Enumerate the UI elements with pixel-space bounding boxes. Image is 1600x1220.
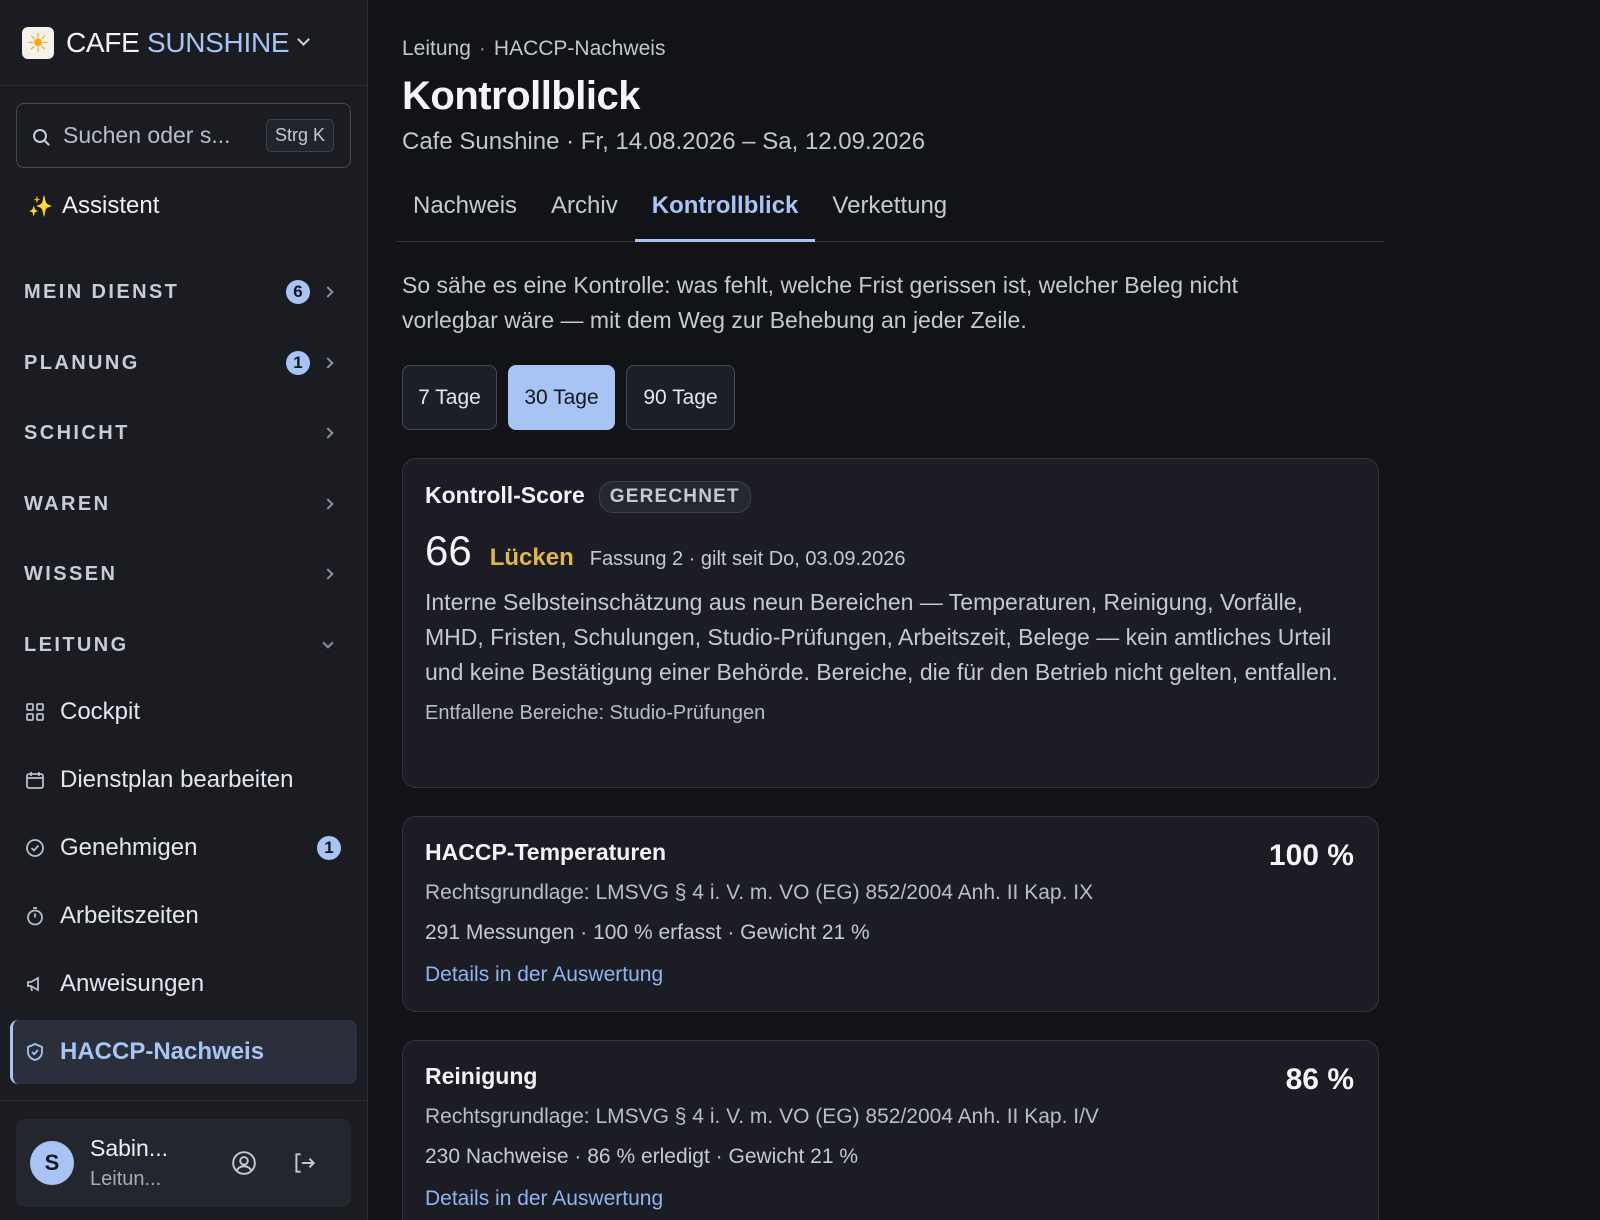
profile-icon[interactable]	[228, 1147, 260, 1179]
sidebar-item-cockpit[interactable]: Cockpit	[10, 680, 357, 744]
tab-nachweis[interactable]: Nachweis	[396, 182, 534, 242]
score-status: Lücken	[489, 544, 574, 571]
shield-icon	[24, 1041, 46, 1063]
avatar: S	[30, 1141, 74, 1185]
area-card-reinigung: Reinigung 86 % Rechtsgrundlage: LMSVG § …	[402, 1040, 1379, 1220]
section-label: LEITUNG	[24, 633, 129, 656]
range-30-days-button[interactable]: 30 Tage	[508, 365, 615, 430]
area-stats: 230 Nachweise · 86 % erledigt · Gewicht …	[425, 1145, 859, 1168]
details-link[interactable]: Details in der Auswertung	[425, 963, 663, 987]
score-card-title-text: Kontroll-Score	[425, 482, 585, 509]
count-badge: 1	[286, 351, 310, 375]
area-legal-basis: Rechtsgrundlage: LMSVG § 4 i. V. m. VO (…	[425, 1105, 1099, 1128]
score-card-title: Kontroll-Score GERECHNET	[425, 481, 1356, 513]
sidebar-item-genehmigen[interactable]: Genehmigen 1	[10, 816, 357, 880]
search-icon	[33, 128, 47, 143]
area-legal-basis: Rechtsgrundlage: LMSVG § 4 i. V. m. VO (…	[425, 881, 1094, 904]
logout-icon[interactable]	[288, 1147, 320, 1179]
page-subtitle: Cafe Sunshine · Fr, 14.08.2026 – Sa, 12.…	[402, 128, 926, 155]
section-label: PLANUNG	[24, 351, 140, 374]
sparkle-icon: ✨	[28, 195, 53, 218]
chevron-right-icon	[322, 357, 334, 369]
megaphone-icon	[24, 973, 46, 995]
sidebar-item-label: Anweisungen	[60, 970, 205, 997]
chevron-right-icon	[322, 498, 334, 510]
breadcrumb: Leitung · HACCP-Nachweis	[402, 37, 665, 61]
brand-name: CAFE SUNSHINE	[66, 26, 290, 58]
section-planung[interactable]: PLANUNG 1	[24, 343, 344, 383]
score-description: Interne Selbsteinschätzung aus neun Bere…	[425, 589, 1338, 685]
breadcrumb-current: HACCP-Nachweis	[493, 37, 666, 60]
calendar-icon	[24, 769, 46, 791]
sidebar: ☀ CAFE SUNSHINE Suchen oder s... Strg K …	[0, 0, 368, 1220]
area-percent: 100 %	[1268, 839, 1354, 872]
chevron-right-icon	[322, 286, 334, 298]
user-card: S Sabin... Leitun...	[16, 1119, 351, 1207]
score-value: 66	[425, 527, 472, 574]
chevron-right-icon	[322, 427, 334, 439]
shortcut-hint: Strg K	[265, 119, 334, 152]
section-mein-dienst[interactable]: MEIN DIENST 6	[24, 272, 344, 312]
stopwatch-icon	[24, 905, 46, 927]
score-version: Fassung 2 · gilt seit Do, 03.09.2026	[589, 548, 906, 570]
excluded-areas: Entfallene Bereiche: Studio-Prüfungen	[425, 702, 766, 724]
tab-kontrollblick[interactable]: Kontrollblick	[634, 182, 816, 242]
breadcrumb-separator: ·	[478, 37, 486, 60]
sidebar-item-label: Dienstplan bearbeiten	[60, 766, 294, 793]
area-header: HACCP-Temperaturen 100 %	[425, 839, 1356, 873]
section-waren[interactable]: WAREN	[24, 484, 344, 524]
count-badge: 1	[317, 836, 341, 860]
assistant-label: Assistent	[62, 192, 160, 219]
chevron-right-icon	[322, 568, 334, 580]
check-badge-icon	[24, 837, 46, 859]
user-area: S Sabin... Leitun...	[0, 1100, 368, 1220]
sidebar-item-haccp-nachweis[interactable]: HACCP-Nachweis	[10, 1020, 357, 1084]
user-role: Leitun...	[90, 1168, 162, 1190]
breadcrumb-parent[interactable]: Leitung	[402, 37, 471, 60]
intro-text: So sähe es eine Kontrolle: was fehlt, we…	[402, 272, 1239, 333]
section-label: SCHICHT	[24, 421, 130, 444]
score-card: Kontroll-Score GERECHNET 66 Lücken Fassun…	[402, 458, 1379, 788]
area-stats: 291 Messungen · 100 % erfasst · Gewicht …	[425, 921, 870, 944]
sidebar-item-anweisungen[interactable]: Anweisungen	[10, 952, 357, 1016]
search-input[interactable]: Suchen oder s... Strg K	[16, 103, 351, 168]
range-7-days-button[interactable]: 7 Tage	[402, 365, 497, 430]
sun-icon: ☀	[22, 26, 54, 59]
user-name: Sabin...	[90, 1135, 168, 1161]
sidebar-item-label: Arbeitszeiten	[60, 902, 199, 929]
details-link[interactable]: Details in der Auswertung	[425, 1187, 663, 1211]
assistant-link[interactable]: ✨ Assistent	[28, 192, 159, 220]
tab-archiv[interactable]: Archiv	[534, 182, 635, 242]
area-title: Reinigung	[425, 1063, 538, 1089]
section-label: MEIN DIENST	[24, 280, 180, 303]
sidebar-item-arbeitszeiten[interactable]: Arbeitszeiten	[10, 884, 357, 948]
area-header: Reinigung 86 %	[425, 1063, 1356, 1097]
area-percent: 86 %	[1285, 1063, 1354, 1096]
area-card-temperaturen: HACCP-Temperaturen 100 % Rechtsgrundlage…	[402, 816, 1379, 1012]
count-badge: 6	[286, 280, 310, 304]
tab-bar: Nachweis Archiv Kontrollblick Verkettung	[396, 182, 1384, 242]
sidebar-item-dienstplan[interactable]: Dienstplan bearbeiten	[10, 748, 357, 812]
tab-verkettung[interactable]: Verkettung	[815, 182, 964, 242]
section-schicht[interactable]: SCHICHT	[24, 413, 344, 453]
sidebar-item-label: HACCP-Nachweis	[60, 1038, 265, 1065]
search-placeholder: Suchen oder s...	[63, 122, 231, 148]
score-line: 66 Lücken Fassung 2 · gilt seit Do, 03.0…	[425, 527, 1356, 575]
area-title: HACCP-Temperaturen	[425, 839, 667, 865]
section-leitung[interactable]: LEITUNG	[24, 625, 344, 665]
range-90-days-button[interactable]: 90 Tage	[626, 365, 735, 430]
sidebar-item-label: Genehmigen	[60, 834, 198, 861]
chevron-down-icon	[297, 33, 311, 46]
sidebar-item-label: Cockpit	[60, 698, 141, 725]
brand-switcher[interactable]: ☀ CAFE SUNSHINE	[0, 0, 367, 86]
section-label: WAREN	[24, 492, 111, 515]
section-label: WISSEN	[24, 562, 118, 585]
chevron-down-icon	[322, 636, 334, 649]
page-title: Kontrollblick	[402, 74, 640, 118]
status-badge: GERECHNET	[598, 481, 751, 513]
grid-icon	[24, 701, 46, 723]
section-wissen[interactable]: WISSEN	[24, 554, 344, 594]
user-info: Sabin... Leitun...	[90, 1135, 202, 1191]
